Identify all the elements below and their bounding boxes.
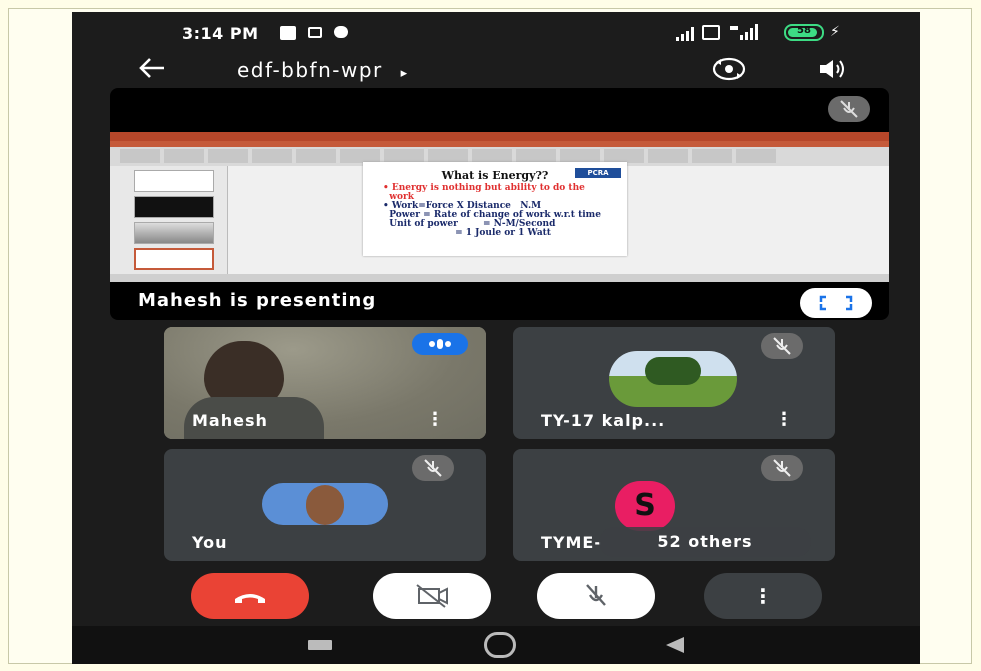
switch-camera-icon[interactable] (712, 56, 746, 86)
video-status-icon (308, 27, 322, 38)
participant-name: Mahesh (192, 411, 268, 430)
signal-icon (676, 26, 696, 45)
avatar (609, 351, 737, 407)
slide-logo: PCRA (575, 168, 621, 178)
speaker-icon[interactable] (818, 58, 848, 84)
hang-up-icon (235, 594, 265, 603)
camera-toggle-button[interactable] (373, 573, 491, 619)
participant-tile-you[interactable]: You (164, 449, 486, 561)
current-slide: What is Energy?? PCRA • Energy is nothin… (363, 162, 627, 256)
back-button[interactable] (664, 636, 686, 658)
chat-status-icon (334, 26, 348, 38)
back-arrow-icon[interactable] (138, 56, 166, 84)
mic-off-icon (586, 584, 606, 606)
charging-icon: ⚡ (830, 24, 840, 40)
mic-toggle-button[interactable] (537, 573, 655, 619)
ribbon-titlebar (110, 132, 889, 141)
status-bar: 3:14 PM 58 ⚡ (72, 12, 920, 52)
slide-thumb-2 (134, 196, 214, 218)
participant-tile-others[interactable]: S TYME- 52 others (513, 449, 835, 561)
upload-icon (280, 26, 296, 40)
slide-thumb-3 (134, 222, 214, 244)
meeting-title[interactable]: edf-bbfn-wpr ▸ (237, 58, 409, 82)
avatar-face (306, 485, 344, 525)
presentation-tile[interactable]: What is Energy?? PCRA • Energy is nothin… (110, 88, 889, 320)
shared-screen: What is Energy?? PCRA • Energy is nothin… (110, 132, 889, 282)
home-button[interactable] (484, 632, 516, 658)
network-4g-icon (730, 24, 760, 44)
ribbon-tabs (110, 141, 889, 147)
slide-line: = 1 Joule or 1 Watt (383, 228, 551, 238)
participant-name: You (192, 533, 228, 552)
more-options-button[interactable]: ⋮ (704, 573, 822, 619)
slide-thumbnails (110, 166, 228, 280)
more-options-icon[interactable]: ⋮ (426, 409, 444, 430)
volte-icon (702, 25, 720, 40)
chevron-right-icon: ▸ (400, 66, 409, 81)
fullscreen-button[interactable] (800, 288, 872, 318)
avatar-letter: S (615, 481, 675, 531)
presentation-mic-off-badge (828, 96, 870, 122)
slide-thumb-1 (134, 170, 214, 192)
battery-text: 58 (797, 25, 811, 36)
more-options-icon: ⋮ (753, 584, 773, 608)
battery-icon: 58 (784, 24, 824, 41)
mic-off-icon (761, 455, 803, 481)
android-nav-bar (72, 626, 920, 664)
participant-name: TYME- (541, 533, 602, 552)
powerpoint-statusbar (110, 274, 889, 282)
slide-thumb-4 (134, 248, 214, 270)
more-options-icon[interactable]: ⋮ (775, 409, 793, 430)
camera-off-icon (416, 584, 448, 608)
meeting-code: edf-bbfn-wpr (237, 58, 383, 82)
avatar (262, 483, 388, 525)
ribbon-groups (120, 149, 780, 163)
participant-name: TY-17 kalp... (541, 411, 666, 430)
powerpoint-ribbon (110, 132, 889, 166)
end-call-button[interactable] (191, 573, 309, 619)
speaking-indicator-icon (412, 333, 468, 355)
recents-button[interactable] (308, 640, 332, 650)
mic-off-icon (761, 333, 803, 359)
fullscreen-icon (819, 295, 853, 311)
meet-app-screen: 3:14 PM 58 ⚡ edf-bbfn-wpr ▸ What is Ener… (72, 12, 920, 664)
status-time: 3:14 PM (182, 24, 259, 43)
participant-tile-mahesh[interactable]: Mahesh ⋮ (164, 327, 486, 439)
others-count[interactable]: 52 others (599, 527, 811, 557)
mic-off-icon (412, 455, 454, 481)
presenter-label: Mahesh is presenting (138, 290, 377, 311)
tree-image (645, 357, 701, 385)
participant-tile-ty17[interactable]: TY-17 kalp... ⋮ (513, 327, 835, 439)
